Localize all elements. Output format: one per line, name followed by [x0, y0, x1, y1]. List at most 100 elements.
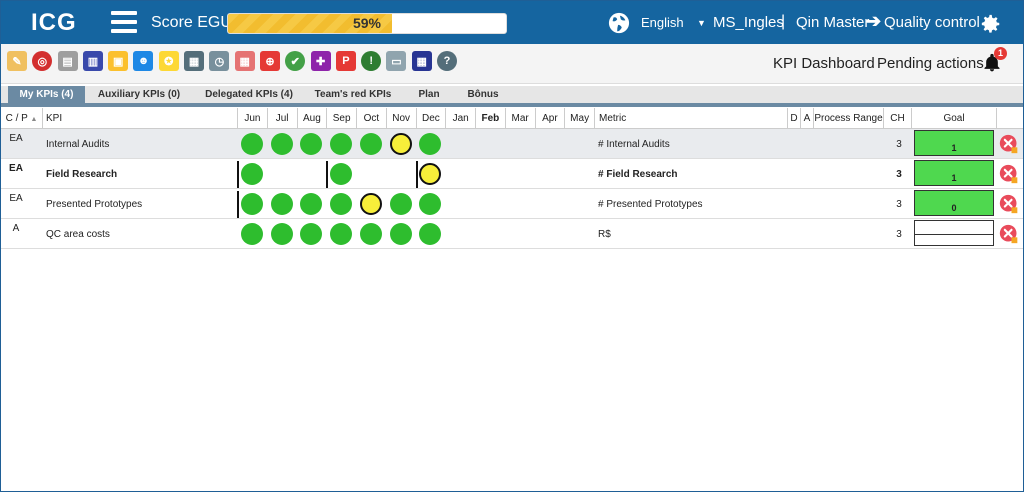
status-dot-green[interactable]: [300, 133, 323, 155]
ch-value: 3: [896, 199, 902, 210]
grid-icon[interactable]: ▦: [411, 51, 432, 71]
calendar-icon[interactable]: ▦: [184, 51, 205, 71]
hierarchy-icon[interactable]: ▦: [234, 51, 255, 71]
col-month-nov[interactable]: Nov: [387, 108, 417, 129]
kpi-name[interactable]: Internal Audits: [46, 139, 109, 150]
goal-cell[interactable]: [914, 220, 994, 246]
status-dot-green[interactable]: [389, 193, 412, 215]
status-dot-yellow[interactable]: [389, 133, 412, 155]
col-month-jul[interactable]: Jul: [268, 108, 298, 129]
chevron-down-icon[interactable]: ▼: [697, 18, 706, 28]
status-dot-green[interactable]: [270, 223, 293, 245]
goal-divider: [915, 234, 993, 235]
module-name[interactable]: Quality control: [884, 14, 980, 31]
status-dot-green[interactable]: [389, 223, 412, 245]
status-dot-green[interactable]: [240, 223, 263, 245]
status-dot-green[interactable]: [359, 133, 382, 155]
unit-name[interactable]: Qin Master: [796, 14, 869, 31]
col-month-sep[interactable]: Sep: [327, 108, 357, 129]
pending-actions-link[interactable]: Pending actions: [877, 55, 984, 72]
language-select[interactable]: English: [641, 15, 684, 30]
kpi-tabs: My KPIs (4) Auxiliary KPIs (0) Delegated…: [1, 86, 1023, 103]
pdf-icon[interactable]: P: [335, 51, 356, 71]
help-icon[interactable]: ?: [437, 51, 458, 71]
kpi-name[interactable]: QC area costs: [46, 229, 110, 240]
tab-auxiliary-kpis[interactable]: Auxiliary KPIs (0): [89, 86, 189, 103]
remove-icon[interactable]: [999, 134, 1019, 154]
status-dot-green[interactable]: [240, 163, 263, 185]
kpi-name[interactable]: Field Research: [46, 169, 117, 180]
folder-icon[interactable]: ▣: [108, 51, 129, 71]
award-icon[interactable]: ✪: [158, 51, 179, 71]
stopwatch-icon[interactable]: ◷: [209, 51, 230, 71]
toolbar-icons: ✎ ◎ ▤ ▥ ▣ ☻ ✪ ▦ ◷ ▦ ⊕ ✔ ✚ P! ▭ ▦?: [7, 51, 462, 71]
status-dot-green[interactable]: [330, 223, 353, 245]
col-month-may[interactable]: May: [565, 108, 595, 129]
tab-bonus[interactable]: Bônus: [458, 86, 508, 103]
table-row[interactable]: EA Internal Audits # Internal Audits 3 1: [1, 129, 1023, 159]
status-dot-green[interactable]: [330, 163, 353, 185]
status-dot-yellow[interactable]: [359, 193, 382, 215]
status-dot-green[interactable]: [419, 193, 442, 215]
col-month-feb[interactable]: Feb: [476, 108, 506, 129]
col-kpi[interactable]: KPI: [43, 108, 238, 129]
col-month-apr[interactable]: Apr: [536, 108, 566, 129]
crosshair-icon[interactable]: ⊕: [259, 51, 280, 71]
status-dot-green[interactable]: [330, 133, 353, 155]
kpi-name[interactable]: Presented Prototypes: [46, 199, 142, 210]
status-dot-green[interactable]: [419, 133, 442, 155]
col-month-jan[interactable]: Jan: [446, 108, 476, 129]
col-a[interactable]: A: [801, 108, 814, 129]
goal-cell[interactable]: 0: [914, 190, 994, 216]
ch-value: 3: [896, 169, 902, 180]
col-goal[interactable]: Goal: [912, 108, 997, 129]
col-month-oct[interactable]: Oct: [357, 108, 387, 129]
table-row[interactable]: A QC area costs R$ 3: [1, 219, 1023, 249]
col-cp[interactable]: C / P ▲: [1, 108, 43, 129]
status-dot-green[interactable]: [300, 223, 323, 245]
puzzle-icon[interactable]: ✚: [310, 51, 331, 71]
remove-icon[interactable]: [999, 194, 1019, 214]
col-metric[interactable]: Metric: [595, 108, 788, 129]
sort-up-icon[interactable]: ▲: [30, 116, 37, 123]
status-dot-yellow[interactable]: [419, 163, 442, 185]
team-icon[interactable]: ☻: [133, 51, 154, 71]
col-month-aug[interactable]: Aug: [298, 108, 328, 129]
goal-cell[interactable]: 1: [914, 130, 994, 156]
status-dot-green[interactable]: [240, 133, 263, 155]
col-month-jun[interactable]: Jun: [238, 108, 268, 129]
status-dot-green[interactable]: [330, 193, 353, 215]
kpi-dashboard-link[interactable]: KPI Dashboard: [773, 55, 875, 72]
alert-off-icon[interactable]: !: [361, 51, 382, 71]
col-process-range[interactable]: Process Range: [814, 108, 884, 129]
remove-icon[interactable]: [999, 224, 1019, 244]
status-dot-green[interactable]: [270, 193, 293, 215]
tab-plan[interactable]: Plan: [406, 86, 452, 103]
goal-cell[interactable]: 1: [914, 160, 994, 186]
clipboard-icon[interactable]: ▤: [57, 51, 78, 71]
col-month-dec[interactable]: Dec: [417, 108, 447, 129]
status-dot-green[interactable]: [419, 223, 442, 245]
chart-down-icon[interactable]: ▥: [82, 51, 103, 71]
col-month-mar[interactable]: Mar: [506, 108, 536, 129]
col-d[interactable]: D: [788, 108, 801, 129]
status-dot-green[interactable]: [240, 193, 263, 215]
app-logo[interactable]: ICG: [31, 9, 77, 37]
check-circle-icon[interactable]: ✔: [285, 51, 306, 71]
target-icon[interactable]: ◎: [32, 51, 53, 71]
remove-icon[interactable]: [999, 164, 1019, 184]
status-dot-green[interactable]: [270, 133, 293, 155]
tab-delegated-kpis[interactable]: Delegated KPIs (4): [199, 86, 299, 103]
table-row[interactable]: EA Field Research # Field Research 3 1: [1, 159, 1023, 189]
gear-icon[interactable]: [980, 13, 1002, 35]
notepad-icon[interactable]: ✎: [7, 51, 27, 71]
status-dot-green[interactable]: [300, 193, 323, 215]
menu-icon[interactable]: [111, 11, 137, 33]
presentation-icon[interactable]: ▭: [386, 51, 407, 71]
tab-my-kpis[interactable]: My KPIs (4): [8, 86, 85, 103]
status-dot-green[interactable]: [359, 223, 382, 245]
tab-teams-red-kpis[interactable]: Team's red KPIs: [307, 86, 399, 103]
col-ch[interactable]: CH: [884, 108, 912, 129]
user-name[interactable]: MS_Ingles: [713, 14, 784, 31]
table-row[interactable]: EA Presented Prototypes # Presented Protot…: [1, 189, 1023, 219]
